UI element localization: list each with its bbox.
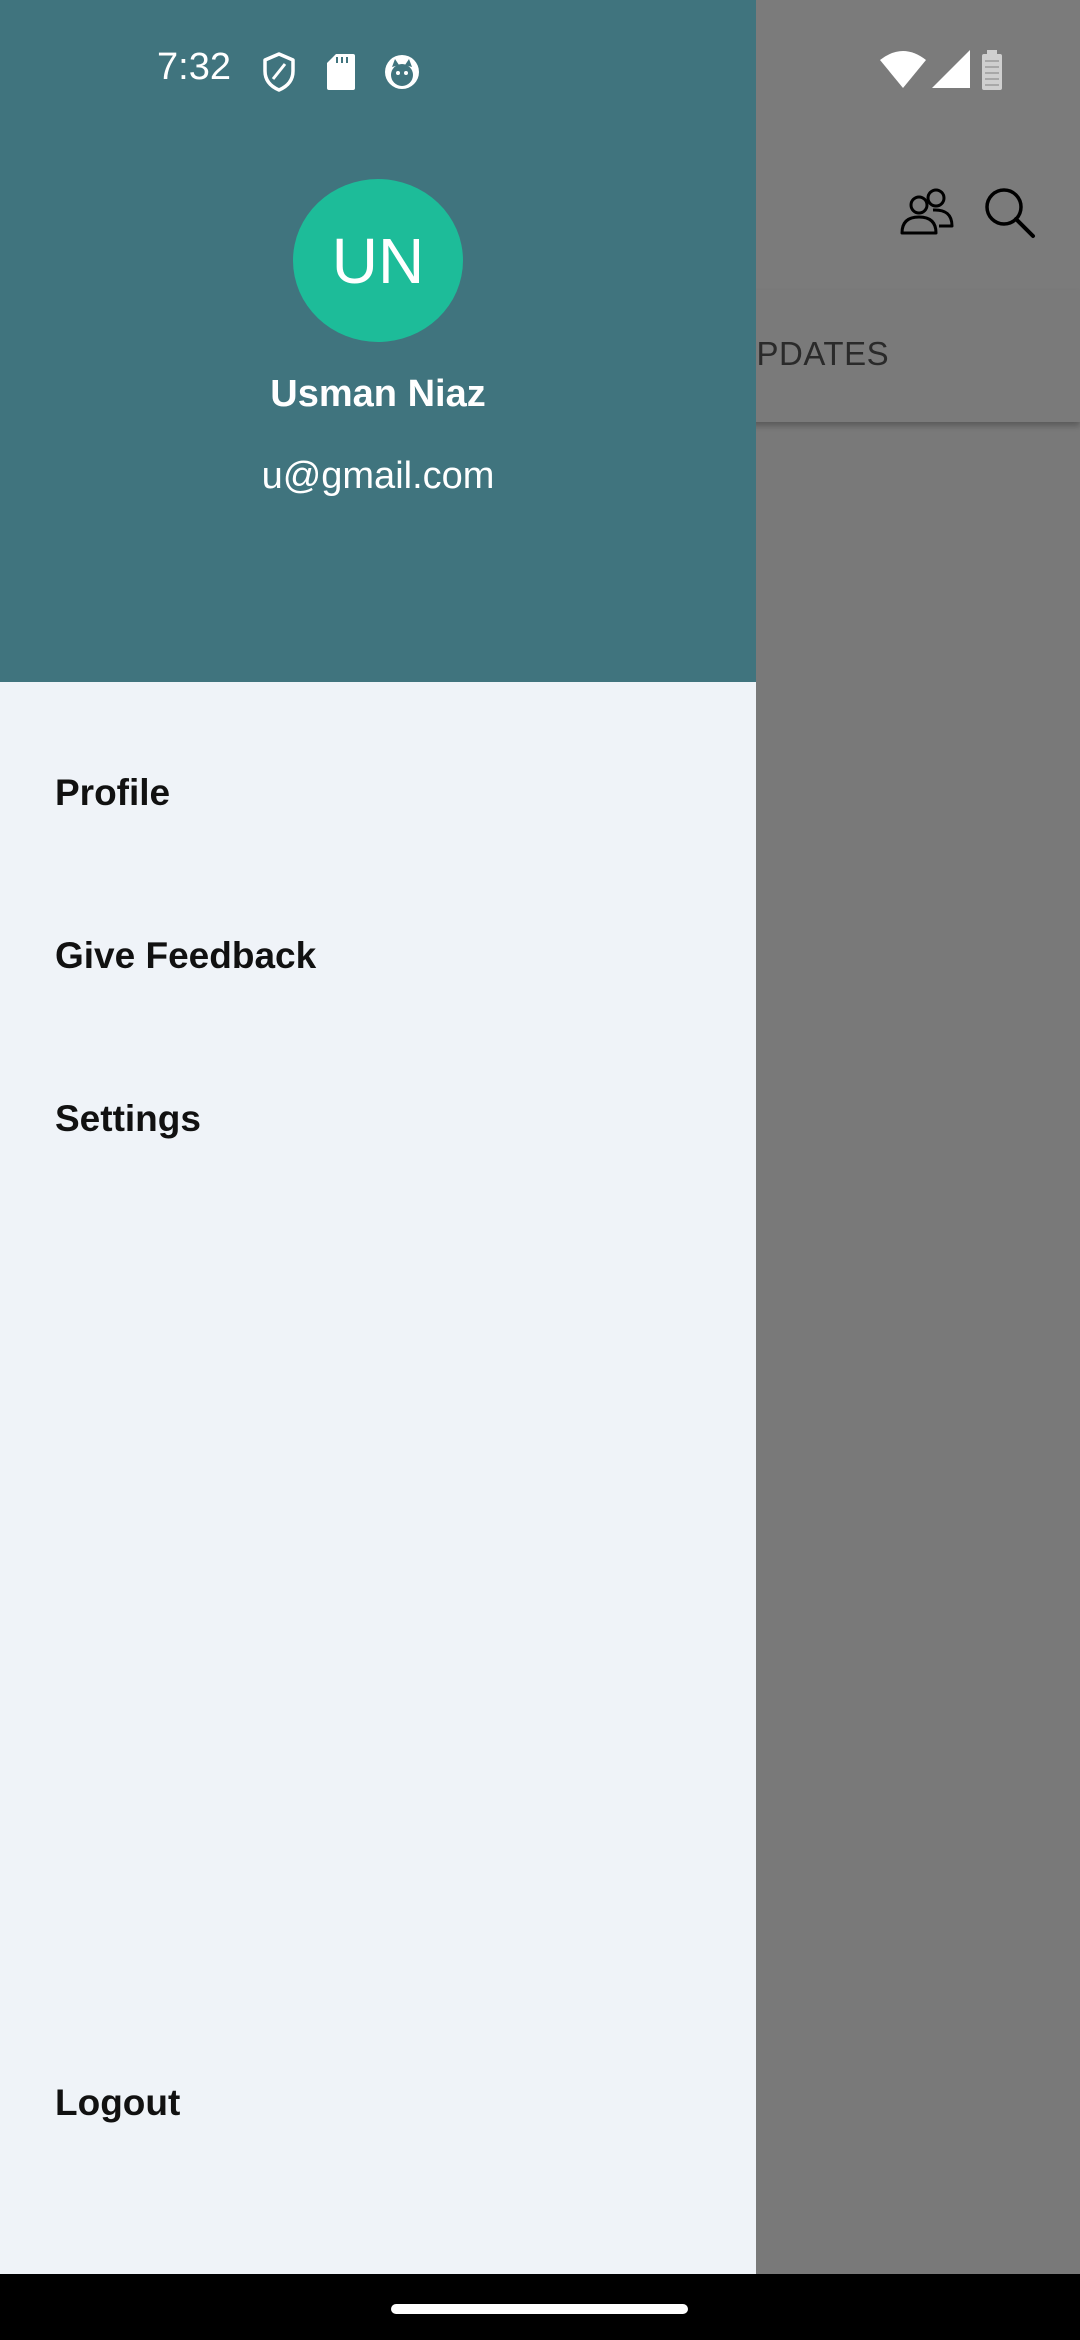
drawer-header: 7:32 UN Usman Niaz u@gmail.com xyxy=(0,0,756,682)
cat-icon xyxy=(385,55,419,89)
avatar: UN xyxy=(293,179,463,342)
navigation-drawer: 7:32 UN Usman Niaz u@gmail.com Profile G… xyxy=(0,0,756,2274)
status-bar-right xyxy=(740,0,1080,140)
battery-icon xyxy=(982,50,1002,90)
shield-icon xyxy=(263,52,295,92)
user-name: Usman Niaz xyxy=(270,373,486,415)
menu-item-label: Logout xyxy=(55,2082,181,2123)
menu-item-settings[interactable]: Settings xyxy=(0,1064,756,1174)
signal-icon xyxy=(932,50,970,88)
avatar-initials: UN xyxy=(331,224,425,297)
menu-item-label: Give Feedback xyxy=(55,935,317,976)
status-time: 7:32 xyxy=(157,46,231,88)
sdcard-icon xyxy=(327,54,355,90)
system-navigation-bar xyxy=(0,2274,1080,2340)
wifi-icon xyxy=(880,51,926,88)
menu-item-label: Profile xyxy=(55,772,171,813)
menu-item-logout[interactable]: Logout xyxy=(0,2048,756,2158)
menu-item-give-feedback[interactable]: Give Feedback xyxy=(0,901,756,1011)
user-email: u@gmail.com xyxy=(261,455,495,497)
home-gesture-handle[interactable] xyxy=(391,2304,688,2314)
menu-item-profile[interactable]: Profile xyxy=(0,738,756,848)
screen: S UPDATES xyxy=(0,0,1080,2340)
menu-item-label: Settings xyxy=(55,1098,201,1139)
